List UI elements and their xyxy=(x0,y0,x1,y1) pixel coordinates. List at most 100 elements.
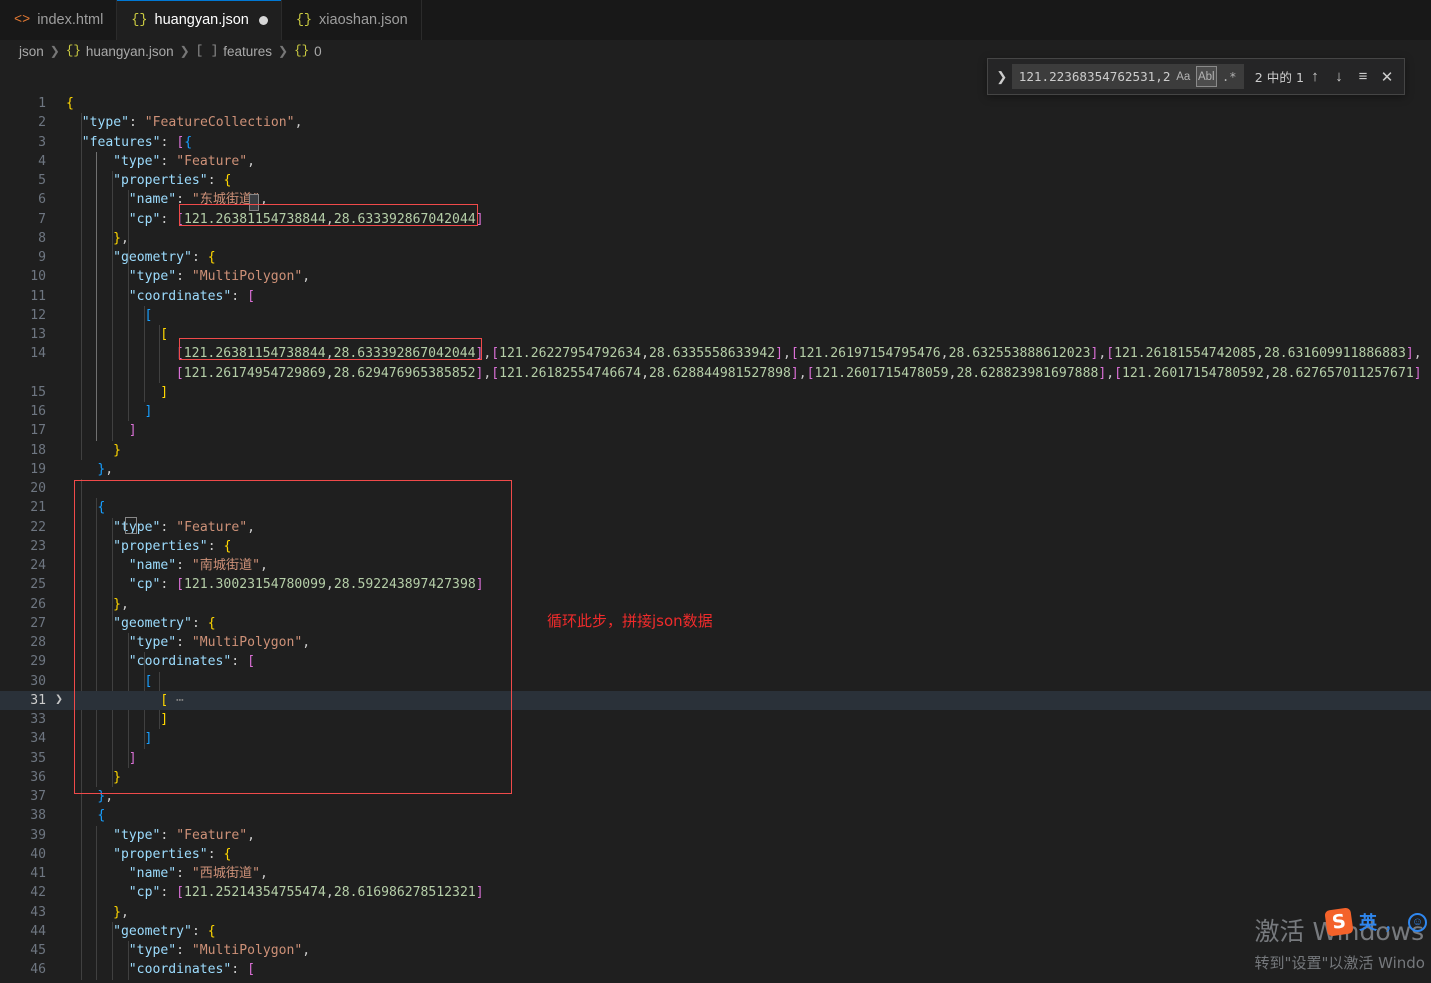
code-content[interactable]: 1{ 2 "type": "FeatureCollection", 3 "feature… xyxy=(0,62,1431,983)
ime-emoji-icon[interactable]: ☺ xyxy=(1408,912,1427,932)
code-line[interactable]: 30 [ xyxy=(0,672,1431,691)
code-text: [ xyxy=(144,307,153,323)
code-text: ] xyxy=(160,712,169,727)
code-line[interactable]: 21 { xyxy=(0,498,1431,517)
code-line[interactable]: 43}, xyxy=(0,903,1431,922)
ime-punctuation-icon[interactable]: ， xyxy=(1384,910,1401,935)
editor-tab-index-html[interactable]: <> index.html xyxy=(0,0,118,40)
breadcrumb-item-json[interactable]: json xyxy=(19,44,44,59)
sogou-logo-icon[interactable]: S xyxy=(1324,907,1354,937)
match-count-label: 2 中的 1 xyxy=(1254,70,1304,85)
code-line[interactable]: 20 xyxy=(0,479,1431,498)
code-line[interactable]: 25 "cp": [121.30023154780099,28.592243897… xyxy=(0,575,1431,594)
code-line[interactable]: 1{ xyxy=(0,94,1431,113)
code-line[interactable]: 31 ❯ [ ⋯ xyxy=(0,690,1431,710)
line-number: 29 xyxy=(30,654,46,670)
previous-match-icon[interactable]: ↑ xyxy=(1304,66,1326,88)
code-line[interactable]: 16] xyxy=(0,402,1431,421)
code-line[interactable]: 39 "type": "Feature", xyxy=(0,826,1431,845)
code-line[interactable]: 15] xyxy=(0,383,1431,402)
line-number: 16 xyxy=(30,404,46,419)
find-in-selection-icon[interactable]: ≡ xyxy=(1352,66,1374,88)
code-text: "cp": [121.25214354755474,28.61698627851… xyxy=(128,885,484,901)
code-line[interactable]: 8}, xyxy=(0,229,1431,248)
code-line[interactable]: 24 "name": "南城街道", xyxy=(0,556,1431,575)
breadcrumb-item-huangyan-json[interactable]: {} huangyan.json xyxy=(66,44,174,59)
code-line[interactable]: 40 "properties": { xyxy=(0,845,1431,864)
code-line[interactable]: 45 "type": "MultiPolygon", xyxy=(0,941,1431,960)
code-line[interactable]: 36} xyxy=(0,768,1431,787)
line-number: 20 xyxy=(30,481,46,496)
line-number: 47 xyxy=(0,980,46,983)
find-widget[interactable]: ❯ 121.22368354762531,28.57( Aa Abl .* 2 … xyxy=(987,58,1405,95)
code-line[interactable]: 14 [121.26381154738844,28.633392867042044… xyxy=(0,344,1431,363)
next-match-icon[interactable]: ↓ xyxy=(1328,66,1350,88)
code-line[interactable]: 11 "coordinates": [ xyxy=(0,287,1431,306)
code-editor[interactable]: 1{ 2 "type": "FeatureCollection", 3 "feature… xyxy=(0,62,1431,983)
code-text: ] xyxy=(144,731,153,747)
code-line[interactable]: 5 "properties": { xyxy=(0,171,1431,190)
code-text: "name": "南城街道", xyxy=(128,558,268,573)
code-line[interactable]: 27 "geometry": { xyxy=(0,614,1431,633)
code-line[interactable]: 29 "coordinates": [ xyxy=(0,652,1431,671)
toggle-replace-icon[interactable]: ❯ xyxy=(992,59,1012,94)
code-line[interactable]: 37}, xyxy=(0,787,1431,806)
regex-label: .* xyxy=(1222,69,1237,84)
code-line[interactable]: 35] xyxy=(0,749,1431,768)
editor-tab-label: huangyan.json xyxy=(154,12,249,28)
code-line[interactable]: 33] xyxy=(0,710,1431,729)
code-line[interactable]: 22 "type": "Feature", xyxy=(0,518,1431,537)
sogou-ime-bar[interactable]: S 英 ， ☺ xyxy=(1320,905,1431,939)
code-line[interactable]: 12 [ xyxy=(0,306,1431,325)
code-line[interactable]: 46 "coordinates": [ xyxy=(0,960,1431,979)
line-number: 14 xyxy=(30,346,46,362)
editor-tab-huangyan-json[interactable]: {} huangyan.json xyxy=(117,0,282,40)
code-line[interactable]: 41 "name": "西城街道", xyxy=(0,864,1431,883)
code-text: ] xyxy=(128,423,137,439)
code-line[interactable]: 3 "features": [{ xyxy=(0,133,1431,152)
editor-tab-xiaoshan-json[interactable]: {} xiaoshan.json xyxy=(281,0,422,40)
breadcrumb-item-0[interactable]: {} 0 xyxy=(294,44,322,59)
search-input[interactable]: 121.22368354762531,28.57( xyxy=(1019,69,1171,84)
code-line[interactable]: 47 [ xyxy=(0,980,1431,983)
regex-icon[interactable]: .* xyxy=(1219,66,1240,87)
line-number: 12 xyxy=(30,307,46,323)
code-text: [ xyxy=(145,980,153,983)
fold-chevron-icon[interactable]: ❯ xyxy=(52,690,66,709)
code-line[interactable]: 28 "type": "MultiPolygon", xyxy=(0,633,1431,652)
code-text: { xyxy=(97,808,106,824)
code-line[interactable]: 4 "type": "Feature", xyxy=(0,152,1431,171)
line-number: 5 xyxy=(38,173,46,188)
code-line[interactable]: 44 "geometry": { xyxy=(0,922,1431,941)
code-line[interactable]: [121.26174954729869,28.629476965385852],… xyxy=(0,364,1431,383)
unsaved-changes-icon[interactable] xyxy=(258,15,268,25)
breadcrumb-item-features[interactable]: [ ] features xyxy=(196,44,272,59)
code-text: "type": "FeatureCollection", xyxy=(81,115,303,131)
code-text: "coordinates": [ xyxy=(128,962,255,978)
code-line[interactable]: 42 "cp": [121.25214354755474,28.616986278… xyxy=(0,883,1431,902)
line-number: 36 xyxy=(30,769,46,785)
code-line[interactable]: 2 "type": "FeatureCollection", xyxy=(0,113,1431,132)
code-line[interactable]: 18} xyxy=(0,441,1431,460)
code-line[interactable]: 13 [ xyxy=(0,325,1431,344)
code-line[interactable]: 23 "properties": { xyxy=(0,537,1431,556)
whole-word-icon[interactable]: Abl xyxy=(1195,66,1217,87)
line-number: 17 xyxy=(30,423,46,439)
code-line[interactable]: 7 "cp": [121.26381154738844,28.6333928670… xyxy=(0,210,1431,229)
code-text: [121.26381154738844,28.633392867042044],… xyxy=(175,346,1422,362)
ime-language-mode-icon[interactable]: 英 xyxy=(1359,909,1377,935)
code-line[interactable]: 17] xyxy=(0,421,1431,440)
find-input-box[interactable]: 121.22368354762531,28.57( Aa Abl .* xyxy=(1011,64,1244,89)
code-line[interactable]: 6 "name": "东城街道", xyxy=(0,190,1431,209)
code-line[interactable]: 26}, xyxy=(0,595,1431,614)
close-icon[interactable]: ✕ xyxy=(1376,66,1398,88)
code-line[interactable]: 19}, xyxy=(0,460,1431,479)
code-line[interactable]: 38 { xyxy=(0,806,1431,825)
line-number: 43 xyxy=(30,904,46,920)
breadcrumb-label: 0 xyxy=(314,43,322,59)
code-line[interactable]: 34] xyxy=(0,729,1431,748)
code-line[interactable]: 9 "geometry": { xyxy=(0,248,1431,267)
code-line[interactable]: 10 "type": "MultiPolygon", xyxy=(0,267,1431,286)
match-case-icon[interactable]: Aa xyxy=(1173,66,1194,87)
line-number: 2 xyxy=(38,115,46,131)
